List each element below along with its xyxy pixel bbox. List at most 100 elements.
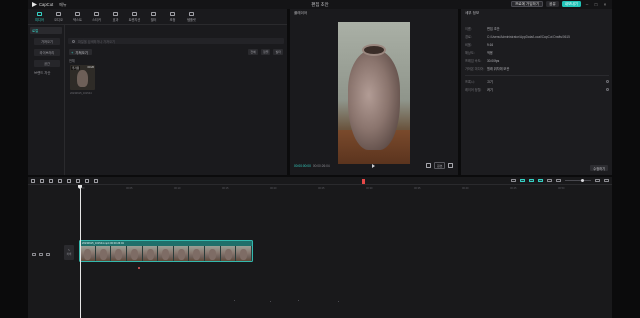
align-icon[interactable]	[547, 179, 552, 182]
tool-adjust[interactable]: 조정	[163, 10, 182, 24]
maximize-icon[interactable]: □	[593, 1, 599, 7]
sticker-icon	[94, 12, 99, 16]
tick-label: 00:45	[510, 187, 517, 190]
redo-icon[interactable]	[49, 178, 53, 183]
tool-effects[interactable]: 효과	[106, 10, 125, 24]
view-tools: 전체 정렬 필터	[248, 49, 283, 55]
time-ruler[interactable]: 00:00 00:05 00:10 00:15 00:20 00:25 00:3…	[78, 187, 608, 193]
clip-frame	[220, 246, 237, 261]
share-button[interactable]: 공유	[546, 1, 559, 7]
link-icon[interactable]	[529, 179, 534, 182]
clip-frame	[189, 246, 206, 261]
detail-key: 프레임 속도:	[465, 59, 482, 63]
media-sidebar: 로컬 가져오기 라이브러리 공간 브랜드 자산	[28, 25, 65, 175]
fullscreen-crop-icon[interactable]	[426, 163, 432, 168]
effects-icon	[113, 12, 118, 16]
details-list: 이름: 편집 초안 경로: C:/Users/Administrator/AppDa…	[465, 27, 609, 96]
details-title: 세부 정보	[465, 10, 480, 15]
sidebar-item-library[interactable]: 라이브러리	[34, 49, 60, 56]
sidebar-item-spaces[interactable]: 공간	[34, 60, 60, 67]
tool-template[interactable]: 템플릿	[182, 10, 201, 24]
view-all-button[interactable]: 전체	[248, 49, 258, 55]
clip-frame	[80, 246, 96, 261]
clip-frame	[205, 246, 221, 261]
microphone-icon[interactable]	[511, 179, 516, 182]
clip-frame	[173, 246, 190, 261]
media-content: 파일을 검색하거나 가져오기 + 가져오기 전체 정렬 필터 전체 추가됨 00…	[67, 25, 286, 175]
video-clip[interactable]: 20230615_161544.mp4 00:00:26:04	[79, 240, 253, 262]
cover-button[interactable]: ✎ 커버	[64, 245, 74, 260]
search-input[interactable]: 파일을 검색하거나 가져오기	[68, 38, 284, 44]
detail-row-name: 이름: 편집 초안	[465, 27, 609, 31]
sort-button[interactable]: 정렬	[260, 49, 271, 55]
sidebar-item-import[interactable]: 가져오기	[34, 38, 60, 45]
sidebar-item-brand[interactable]: 브랜드 자산	[30, 69, 62, 76]
zoom-slider[interactable]	[565, 178, 591, 182]
thumb-duration: 00:26	[87, 66, 95, 69]
clip-label: 20230615_161544.mp4 00:00:26:04	[82, 241, 124, 245]
delete-icon[interactable]	[85, 178, 89, 183]
export-button[interactable]: 내보내기	[561, 1, 581, 7]
tool-label: 오디오	[54, 18, 63, 22]
pro-join-button[interactable]: 프로에 가입하기	[510, 1, 544, 7]
dot	[270, 301, 272, 303]
transition-icon	[132, 12, 137, 16]
tool-transition[interactable]: 트랜지션	[125, 10, 144, 24]
undo-icon[interactable]	[40, 178, 44, 183]
ratio-button[interactable]: 원본	[434, 162, 445, 169]
tool-sticker[interactable]: 스티커	[87, 10, 106, 24]
detail-value: 30.00fps	[487, 59, 500, 63]
info-icon[interactable]	[606, 87, 609, 91]
tick-label: 00:05	[126, 187, 133, 190]
clip-frame	[158, 246, 174, 261]
vase-thumbnail-image	[77, 70, 88, 87]
visibility-icon[interactable]	[39, 253, 43, 256]
marker-icon[interactable]	[94, 178, 98, 183]
all-section-label: 전체	[69, 59, 75, 63]
modify-button[interactable]: 수정하기	[590, 165, 608, 171]
media-thumbnail[interactable]: 추가됨 00:26	[70, 65, 95, 90]
close-icon[interactable]: ×	[602, 1, 608, 7]
adjust-icon	[170, 12, 175, 16]
detail-row-framerate: 프레임 속도: 30.00fps	[465, 59, 609, 63]
video-preview[interactable]	[338, 22, 410, 164]
marker-dot	[138, 267, 140, 269]
split-icon[interactable]	[58, 178, 62, 183]
magnet-icon[interactable]	[520, 179, 525, 182]
info-icon[interactable]	[606, 79, 609, 83]
player-panel: 플레이어 00:00:00:00 00:00:26:04 원본	[290, 9, 458, 175]
tool-text[interactable]: 텍스트	[68, 10, 87, 24]
tool-media[interactable]: 미디어	[30, 10, 49, 24]
sidebar-item-local[interactable]: 로컬	[30, 27, 62, 34]
menu-button[interactable]: 메뉴	[57, 2, 68, 8]
dot	[338, 301, 340, 303]
tick-label: 00:40	[462, 187, 469, 190]
fullscreen-icon[interactable]	[448, 163, 453, 168]
minimize-icon[interactable]: –	[584, 1, 590, 7]
media-toolbar: 미디어 오디오 텍스트 스티커 효과 트랜지션 필터 조정 템플릿	[28, 9, 287, 25]
media-icon	[37, 12, 42, 16]
filter-button[interactable]: 필터	[273, 49, 283, 55]
detail-value: 9:16	[487, 43, 494, 47]
preview-axis-icon[interactable]	[538, 179, 543, 182]
detail-value: 편집 초안	[487, 27, 500, 31]
split-right-icon[interactable]	[76, 178, 80, 183]
tool-filter[interactable]: 필터	[144, 10, 163, 24]
timeline-settings-icon[interactable]	[604, 179, 609, 182]
zoom-out-icon[interactable]	[556, 179, 561, 182]
import-button[interactable]: + 가져오기	[69, 49, 92, 55]
vase-opening	[362, 44, 386, 56]
mouse-cursor-marker	[362, 179, 365, 184]
title-bar: CapCut 메뉴 편집 초안 프로에 가입하기 공유 내보내기 – □ ×	[28, 0, 612, 9]
split-left-icon[interactable]	[67, 178, 71, 183]
lock-icon[interactable]	[32, 253, 36, 256]
zoom-in-icon[interactable]	[595, 179, 600, 182]
detail-key: 레이어 정렬:	[465, 87, 482, 92]
audio-mute-icon[interactable]	[46, 253, 50, 256]
play-icon[interactable]	[372, 164, 375, 168]
playhead-line[interactable]	[80, 185, 81, 318]
select-tool-icon[interactable]	[31, 178, 35, 183]
detail-row-proxy: 프록시: 끄기	[465, 79, 609, 84]
tool-audio[interactable]: 오디오	[49, 10, 68, 24]
details-panel: 세부 정보 이름: 편집 초안 경로: C:/Users/Administrator…	[461, 9, 612, 175]
